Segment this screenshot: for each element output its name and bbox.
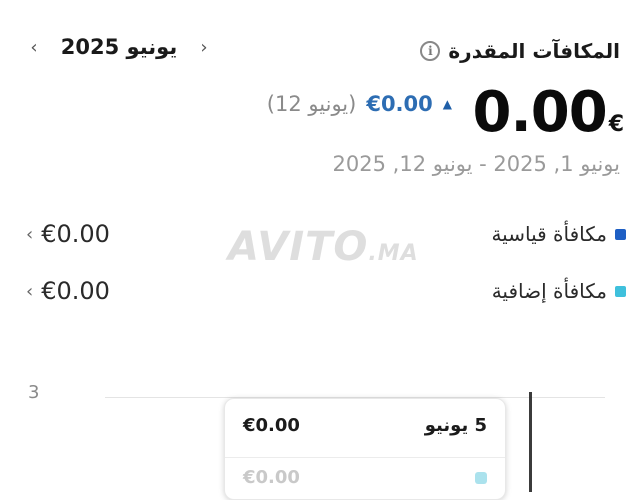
- legend-amount: €0.00: [41, 220, 110, 248]
- page-title: المكافآت المقدرة: [448, 39, 620, 63]
- legend-label: مكافأة إضافية: [491, 279, 607, 303]
- legend-label: مكافأة قياسية: [491, 222, 607, 246]
- triangle-up-icon: ▲: [442, 97, 452, 111]
- tooltip-divider: [225, 457, 505, 458]
- tooltip-date: 5 يونيو: [424, 415, 487, 436]
- watermark-suffix: .MA: [368, 241, 419, 266]
- chevron-left-icon[interactable]: ‹: [24, 37, 44, 58]
- delta-value: €0.00: [366, 92, 433, 116]
- watermark-main: AVITO: [228, 224, 369, 270]
- total-amount: 0.00 €: [473, 80, 624, 145]
- chart-tooltip: €0.00 5 يونيو €0.00: [224, 398, 506, 500]
- total-amount-value: 0.00: [472, 80, 608, 145]
- delta-indicator: (يونيو 12) €0.00 ▲: [267, 92, 452, 116]
- chevron-left-icon: ‹: [26, 280, 34, 302]
- tooltip-row: €0.00 5 يونيو: [243, 415, 487, 436]
- date-range: يونيو 1, 2025 - يونيو 12, 2025: [332, 152, 620, 176]
- legend-row-extra[interactable]: ‹ €0.00 مكافأة إضافية: [26, 273, 626, 309]
- legend-swatch: [615, 228, 626, 240]
- chevron-left-icon: ‹: [26, 223, 34, 245]
- month-navigator: ‹ يونيو 2025 ›: [24, 30, 214, 64]
- currency-symbol: €: [608, 112, 624, 137]
- tooltip-amount: €0.00: [243, 415, 300, 436]
- y-axis-tick: 3: [28, 382, 40, 403]
- legend-amount: €0.00: [41, 277, 110, 305]
- month-label: يونيو 2025: [60, 35, 178, 59]
- chart-cursor-line[interactable]: [529, 392, 532, 492]
- page-header: المكافآت المقدرة i: [420, 34, 620, 68]
- delta-date-label: (يونيو 12): [266, 92, 357, 116]
- chevron-right-icon[interactable]: ›: [194, 37, 214, 58]
- legend-swatch: [615, 285, 626, 297]
- info-icon[interactable]: i: [420, 41, 441, 61]
- watermark: AVITO.MA: [228, 224, 419, 270]
